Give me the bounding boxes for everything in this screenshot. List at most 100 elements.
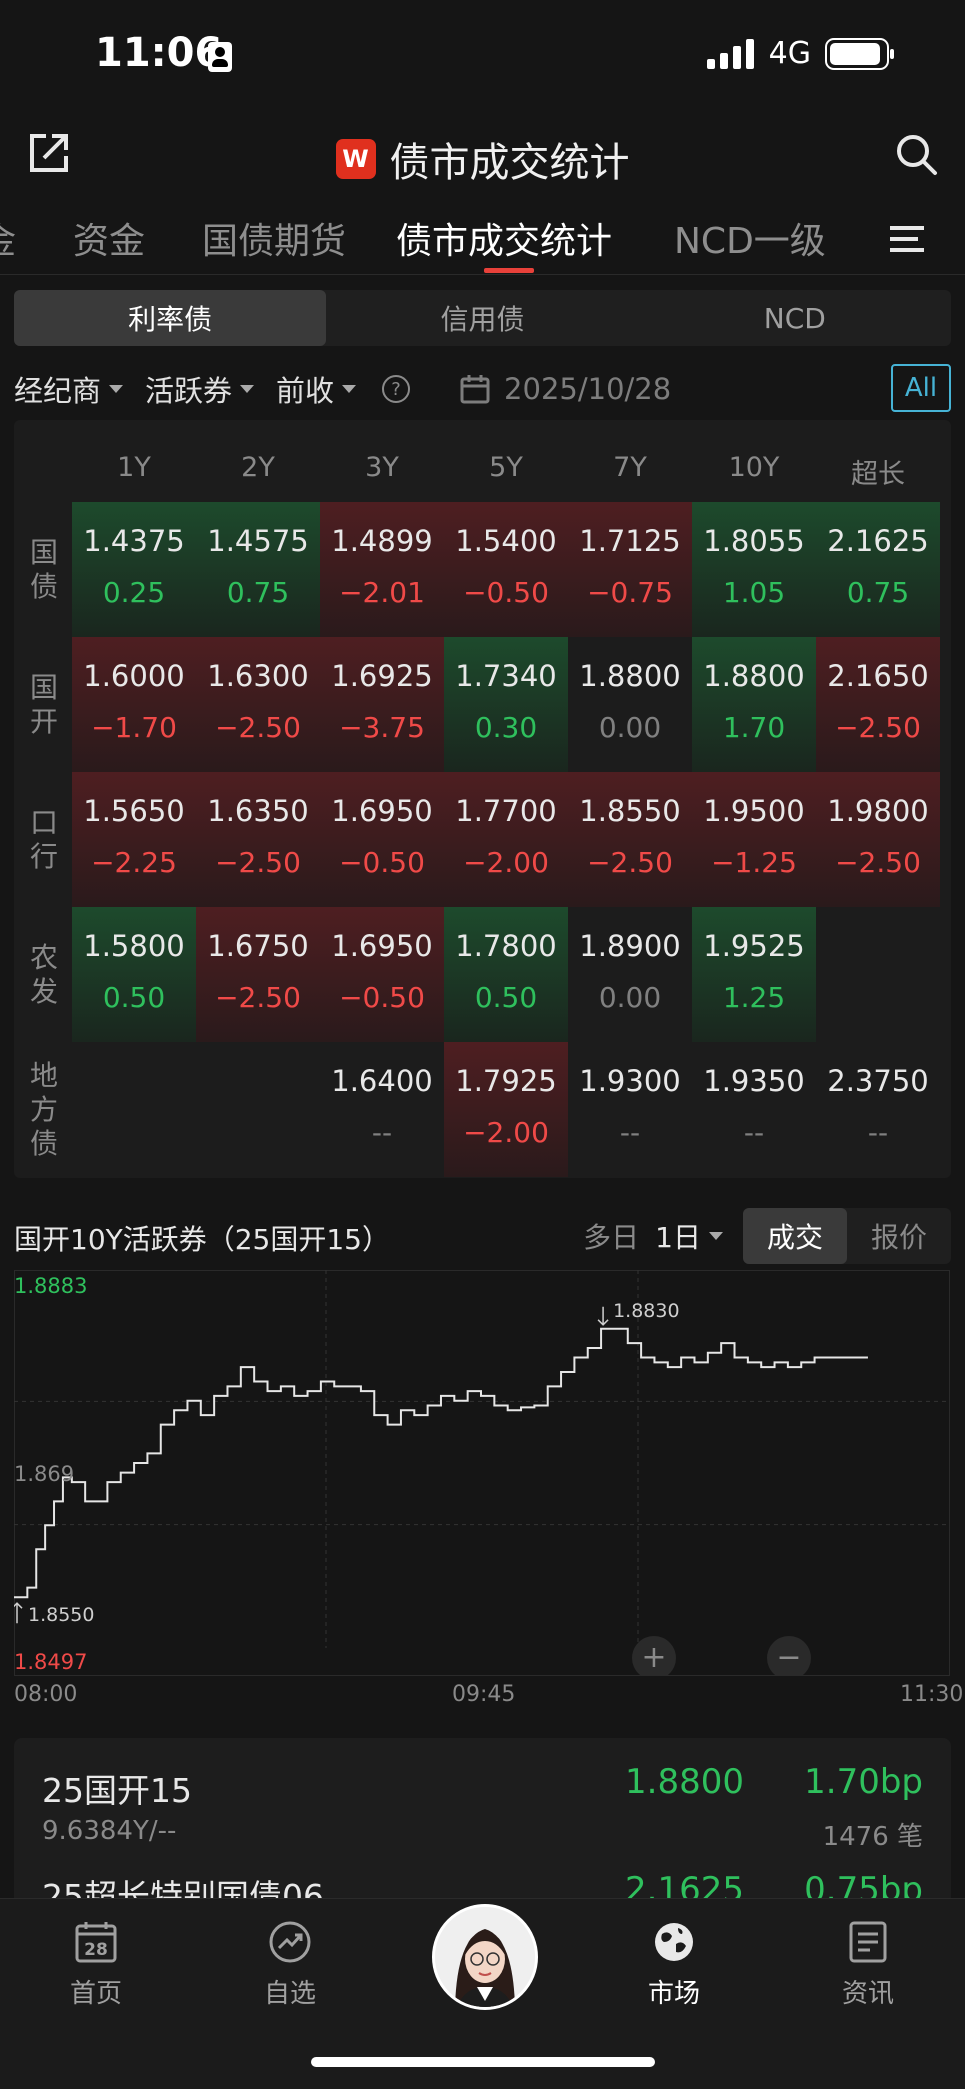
matrix-cell[interactable]: 1.7700 −2.00 (444, 772, 568, 907)
y-mid-label: 1.869 (14, 1462, 75, 1486)
date-picker[interactable]: 2025/10/28 (460, 372, 671, 406)
matrix-cell[interactable]: 1.5800 0.50 (72, 907, 196, 1042)
one-day-dropdown[interactable]: 1日 (655, 1216, 723, 1256)
tab-item[interactable]: 国债期货 (202, 212, 346, 264)
toggle-quote[interactable]: 报价 (847, 1208, 951, 1264)
network-label: 4G (768, 36, 811, 71)
nav-home-label: 首页 (69, 1979, 122, 2009)
matrix-cell[interactable]: 1.7800 0.50 (444, 907, 568, 1042)
list-item[interactable]: 25国开15 9.6384Y/-- 1.8800 1.70bp 1476 笔 (14, 1738, 951, 1858)
x-end-label: 11:30 (900, 1682, 964, 1707)
cell-yield: 2.3750 (827, 1064, 929, 1098)
help-icon[interactable]: ? (382, 375, 411, 403)
nav-news-label: 资讯 (841, 1979, 894, 2009)
matrix-row-header: 国 债 (29, 535, 58, 603)
matrix-cell[interactable]: 1.9350 -- (692, 1042, 816, 1177)
bond-tenor: 9.6384Y/-- (42, 1816, 177, 1846)
cell-yield: 2.1650 (827, 659, 929, 693)
matrix-cell[interactable]: 1.8055 1.05 (692, 502, 816, 637)
matrix-cell[interactable]: 1.9300 -- (568, 1042, 692, 1177)
matrix-cell[interactable]: 1.9800 −2.50 (816, 772, 940, 907)
nav-watchlist[interactable]: 自选 (230, 1919, 350, 2010)
matrix-cell[interactable]: 1.6350 −2.50 (196, 772, 320, 907)
tab-item[interactable]: 债市成交统计 (396, 212, 612, 264)
nav-market[interactable]: 市场 (614, 1919, 734, 2010)
prev-close-dropdown[interactable]: 前收 (276, 368, 357, 410)
cell-change: 0.75 (226, 576, 290, 609)
cell-yield: 1.9500 (703, 794, 805, 828)
cell-change: -- (867, 1116, 889, 1149)
tab-item[interactable]: NCD一级 (674, 212, 826, 264)
matrix-cell[interactable]: 1.7125 −0.75 (568, 502, 692, 637)
assistant-avatar[interactable] (432, 1904, 538, 2010)
tab-item[interactable]: 金 (0, 212, 16, 264)
matrix-cell[interactable]: 1.8900 0.00 (568, 907, 692, 1042)
cell-yield: 1.4899 (331, 524, 433, 558)
cell-change: 1.05 (722, 576, 786, 609)
matrix-cell[interactable]: 2.1650 −2.50 (816, 637, 940, 772)
cell-yield: 1.8550 (579, 794, 681, 828)
matrix-cell[interactable]: 1.6300 −2.50 (196, 637, 320, 772)
matrix-cell[interactable]: 1.6950 −0.50 (320, 772, 444, 907)
tab-item[interactable]: 资金 (73, 212, 145, 264)
active-bond-label: 活跃券 (145, 374, 233, 408)
cell-change: −2.50 (215, 846, 301, 879)
matrix-cell[interactable]: 1.4375 0.25 (72, 502, 196, 637)
matrix-cell[interactable]: 1.9525 1.25 (692, 907, 816, 1042)
multi-day-option[interactable]: 多日 (583, 1216, 639, 1256)
signal-icon (706, 38, 754, 69)
all-button[interactable]: All (891, 364, 951, 412)
matrix-cell[interactable]: 1.8800 1.70 (692, 637, 816, 772)
matrix-cell[interactable]: 1.8800 0.00 (568, 637, 692, 772)
cell-yield: 1.6950 (331, 929, 433, 963)
cell-yield: 1.6750 (207, 929, 309, 963)
matrix-cell[interactable]: 1.7925 −2.00 (444, 1042, 568, 1177)
segment-rate-bond[interactable]: 利率债 (14, 290, 327, 346)
app-logo: W (335, 139, 376, 179)
price-line (14, 1327, 868, 1599)
matrix-column-header: 10Y (728, 452, 780, 483)
cell-change: 1.25 (722, 981, 786, 1014)
cell-yield: 1.6400 (331, 1064, 433, 1098)
max-arrow (597, 1306, 609, 1326)
matrix-cell[interactable]: 1.5650 −2.25 (72, 772, 196, 907)
toggle-trade[interactable]: 成交 (742, 1208, 847, 1264)
cell-yield: 1.8800 (579, 659, 681, 693)
matrix-cell[interactable]: 1.8550 −2.50 (568, 772, 692, 907)
matrix-row-header: 国 开 (29, 670, 58, 738)
cell-change: 1.70 (722, 711, 786, 744)
cell-change: −2.25 (91, 846, 177, 879)
matrix-cell[interactable]: 1.6400 -- (320, 1042, 444, 1177)
matrix-cell[interactable]: 2.1625 0.75 (816, 502, 940, 637)
matrix-cell[interactable]: 1.4899 −2.01 (320, 502, 444, 637)
matrix-cell[interactable]: 1.6925 −3.75 (320, 637, 444, 772)
cell-change: 0.50 (474, 981, 538, 1014)
cell-yield: 1.9300 (579, 1064, 681, 1098)
yield-matrix: 1Y 2Y 3Y 5Y 7Y 10Y 超长国 债 1.4375 0.25 1.4575 0.75 1.… (14, 420, 951, 1178)
matrix-cell[interactable]: 1.6000 −1.70 (72, 637, 196, 772)
menu-icon[interactable] (890, 224, 924, 254)
matrix-cell[interactable]: 1.6950 −0.50 (320, 907, 444, 1042)
cell-change: −2.50 (835, 846, 921, 879)
active-bond-dropdown[interactable]: 活跃券 (145, 368, 255, 410)
cell-yield: 1.7125 (579, 524, 681, 558)
search-icon[interactable] (894, 132, 938, 176)
cell-yield: 1.5400 (455, 524, 557, 558)
contact-card-icon (208, 42, 232, 72)
intraday-chart[interactable]: 1.8830 1.8550 + − (14, 1270, 950, 1676)
broker-dropdown[interactable]: 经纪商 (14, 368, 124, 410)
matrix-cell[interactable]: 1.7340 0.30 (444, 637, 568, 772)
matrix-cell[interactable]: 1.4575 0.75 (196, 502, 320, 637)
x-start-label: 08:00 (14, 1682, 78, 1707)
zoom-in-icon: + (641, 1640, 666, 1675)
nav-home[interactable]: 28 首页 (36, 1919, 156, 2010)
cell-yield: 1.7925 (455, 1064, 557, 1098)
matrix-cell[interactable]: 2.3750 -- (816, 1042, 940, 1177)
segment-credit-bond[interactable]: 信用债 (326, 290, 638, 346)
home-indicator[interactable] (311, 2057, 655, 2067)
matrix-cell[interactable]: 1.6750 −2.50 (196, 907, 320, 1042)
matrix-cell[interactable]: 1.5400 −0.50 (444, 502, 568, 637)
matrix-cell[interactable]: 1.9500 −1.25 (692, 772, 816, 907)
nav-news[interactable]: 资讯 (808, 1919, 928, 2010)
segment-ncd[interactable]: NCD (639, 290, 951, 346)
